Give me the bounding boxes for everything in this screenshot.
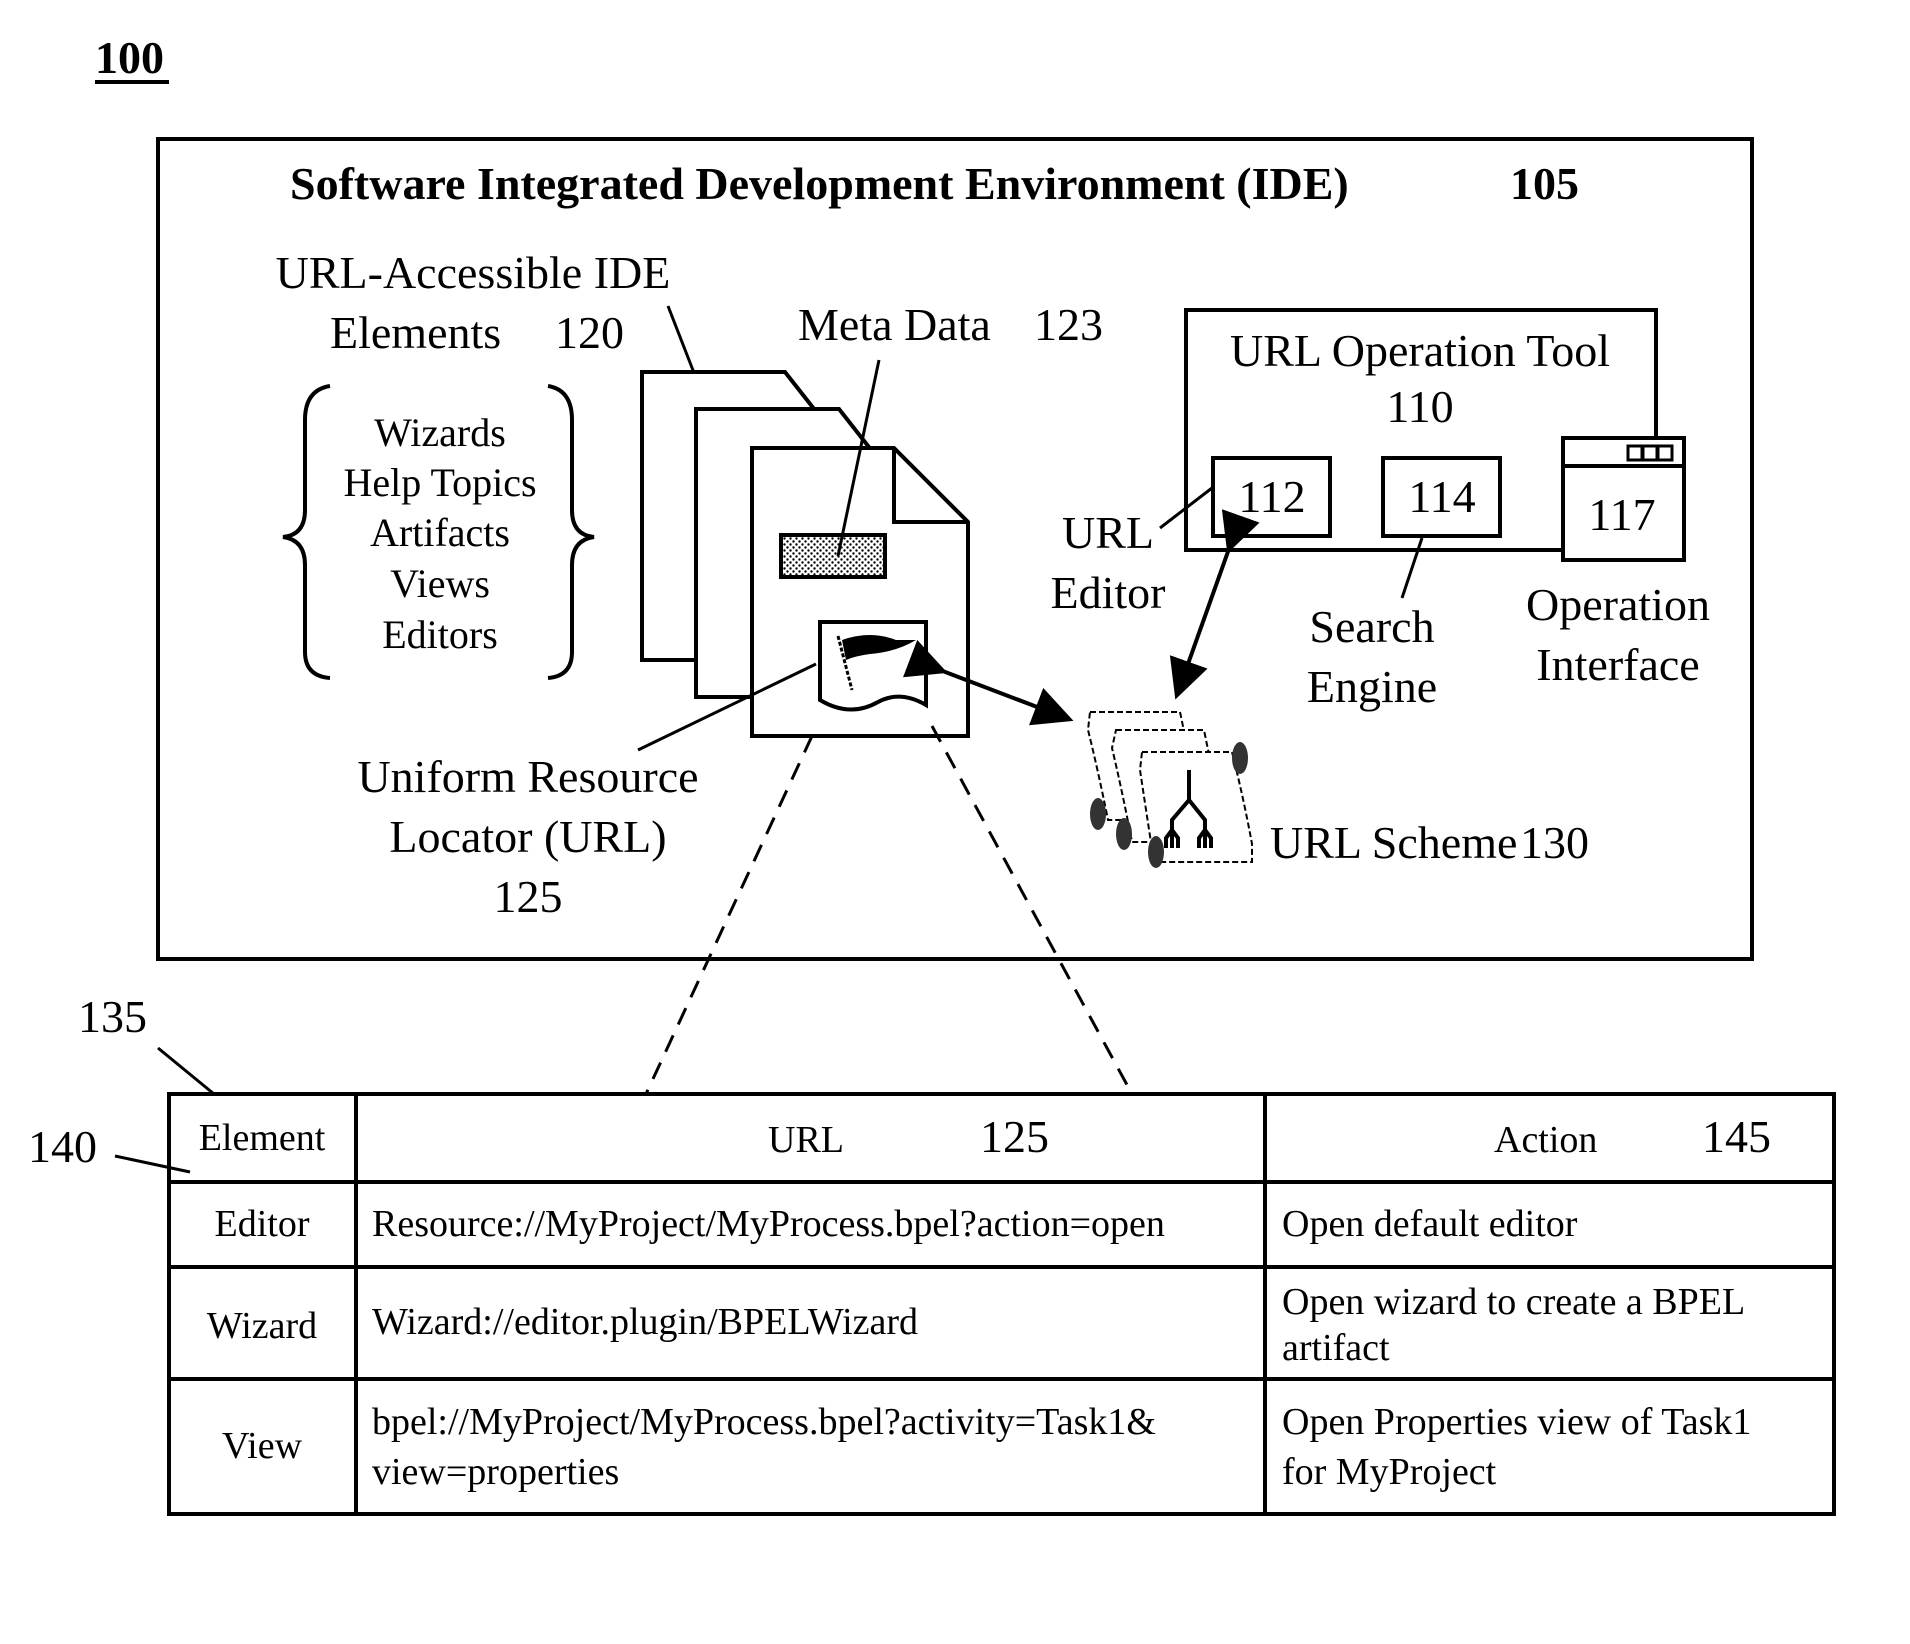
elements-list-item: Wizards: [374, 410, 506, 455]
elements-label-line2: Elements: [330, 307, 501, 358]
url-label-line1: Uniform Resource: [357, 751, 698, 802]
header-url: URL: [768, 1119, 844, 1161]
search-engine-label-line2: Engine: [1307, 661, 1437, 712]
operation-interface-label-line1: Operation: [1526, 579, 1710, 630]
elements-list-item: Editors: [382, 612, 498, 657]
cell-url: Resource://MyProject/MyProcess.bpel?acti…: [372, 1203, 1165, 1245]
cell-url: Wizard://editor.plugin/BPELWizard: [372, 1301, 918, 1343]
table-row: View bpel://MyProject/MyProcess.bpel?act…: [222, 1401, 1751, 1493]
elements-label-line1: URL-Accessible IDE: [276, 247, 671, 298]
url-flag-icon: [818, 620, 928, 712]
search-engine-label-line1: Search: [1309, 601, 1434, 652]
header-action-ref: 145: [1702, 1111, 1771, 1162]
cell-element: Editor: [215, 1203, 310, 1245]
cell-url-line2: view=properties: [372, 1451, 619, 1493]
figure-label: 100: [95, 32, 164, 83]
elements-list-item: Help Topics: [343, 460, 536, 505]
table-ref-leader: [157, 1046, 215, 1096]
cell-action-line1: Open wizard to create a BPEL: [1282, 1281, 1745, 1323]
cell-action-line1: Open Properties view of Task1: [1282, 1401, 1751, 1443]
tool-label: URL Operation Tool: [1230, 325, 1610, 376]
operation-interface-label-line2: Interface: [1536, 639, 1699, 690]
ide-title: Software Integrated Development Environm…: [290, 158, 1349, 209]
metadata-ref: 123: [1034, 299, 1103, 350]
elements-list-item: Views: [390, 561, 490, 606]
header-url-ref: 125: [980, 1111, 1049, 1162]
scheme-label: URL Scheme: [1270, 817, 1517, 868]
scheme-ref: 130: [1520, 817, 1589, 868]
table-row: Editor Resource://MyProject/MyProcess.bp…: [215, 1203, 1578, 1245]
url-editor-label-line2: Editor: [1051, 567, 1166, 618]
cell-action-line2: for MyProject: [1282, 1451, 1497, 1493]
left-brace: [282, 384, 331, 680]
table-row: Wizard Wizard://editor.plugin/BPELWizard…: [207, 1281, 1745, 1369]
editor-scheme-arrow: [1169, 509, 1260, 700]
elements-list-item: Artifacts: [370, 510, 510, 555]
header-ref-leader: [114, 1154, 191, 1174]
right-brace: [547, 384, 595, 680]
table-header-row: Element URL 125 Action 145: [199, 1111, 1771, 1162]
cell-action-line2: artifact: [1282, 1327, 1390, 1369]
cell-element: View: [222, 1425, 303, 1467]
url-editor-label-line1: URL: [1062, 507, 1154, 558]
metadata-block: [779, 533, 887, 579]
cell-url-line1: bpel://MyProject/MyProcess.bpel?activity…: [372, 1401, 1156, 1443]
header-action: Action: [1494, 1119, 1597, 1161]
header-ref: 140: [28, 1121, 97, 1172]
search-engine-leader: [1400, 537, 1424, 599]
url-ref: 125: [494, 871, 563, 922]
elements-leader: [666, 305, 698, 379]
cell-element: Wizard: [207, 1305, 317, 1347]
tool-ref: 110: [1386, 381, 1453, 432]
elements-ref: 120: [555, 307, 624, 358]
url-editor-ref: 112: [1238, 471, 1305, 522]
search-engine-ref: 114: [1408, 471, 1475, 522]
header-element: Element: [199, 1117, 326, 1159]
metadata-label: Meta Data: [798, 299, 991, 350]
cell-action: Open default editor: [1282, 1203, 1578, 1245]
operation-interface-ref: 117: [1588, 489, 1655, 540]
table-ref: 135: [78, 991, 147, 1042]
elements-list: Wizards Help Topics Artifacts Views Edit…: [343, 410, 536, 657]
ide-ref: 105: [1510, 158, 1579, 209]
url-label-line2: Locator (URL): [389, 811, 666, 862]
patent-figure: 100 Software Integrated Development Envi…: [28, 32, 1836, 1516]
url-table: Element URL 125 Action 145 Editor Resour…: [167, 1092, 1836, 1516]
